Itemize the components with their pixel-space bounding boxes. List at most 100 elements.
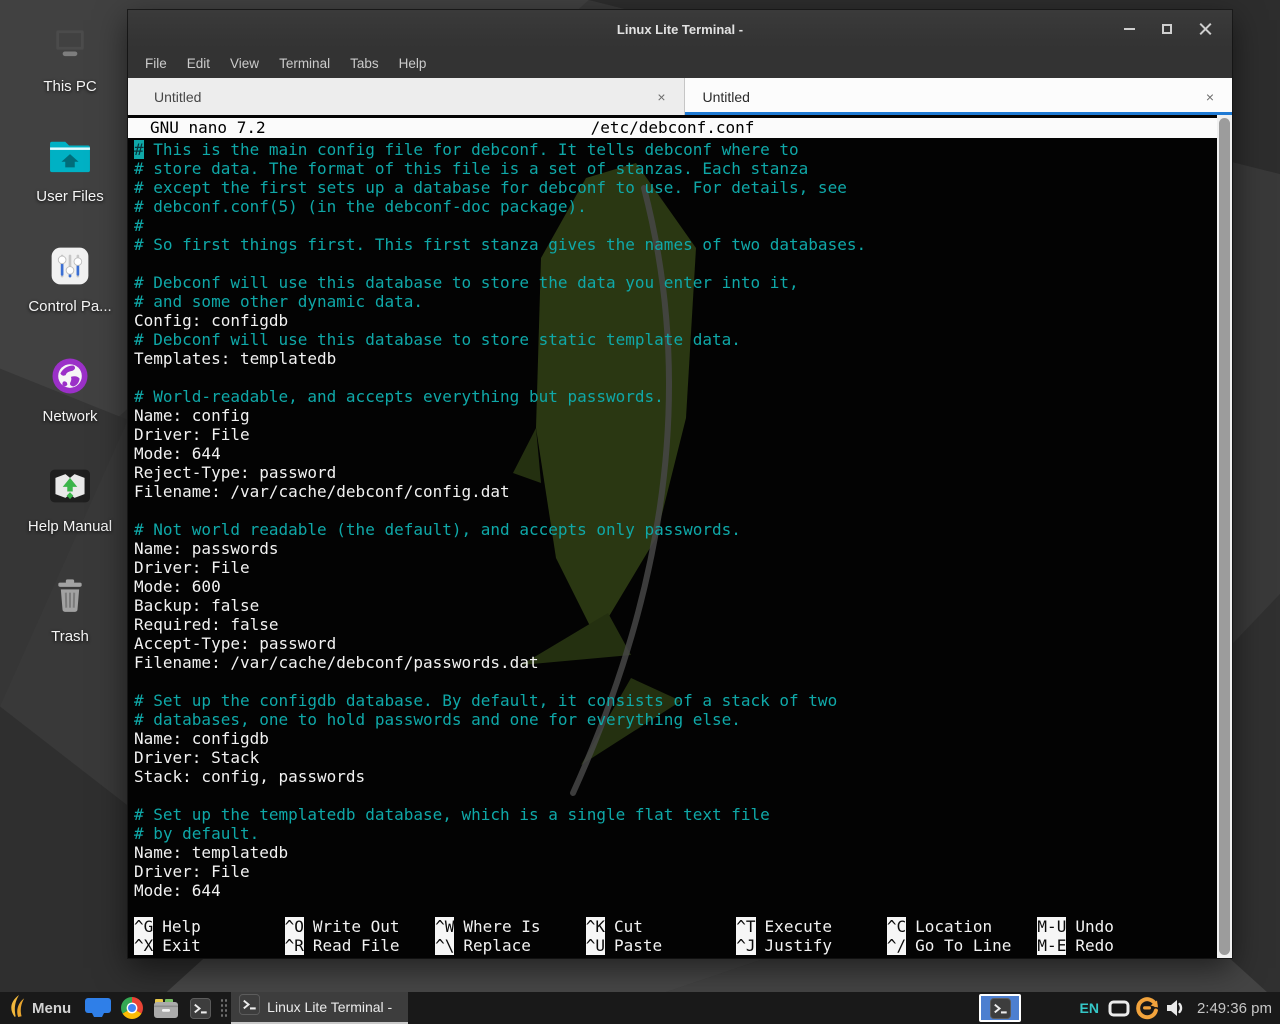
updates-icon[interactable]: [1135, 992, 1159, 1024]
nano-comment-line: # Not world readable (the default), and …: [134, 520, 1232, 539]
desktop-icon-list: This PC User Files Control Pa... Network Hel…: [0, 22, 140, 682]
task-button-label: Linux Lite Terminal -: [267, 999, 392, 1015]
nano-shortcut-column: ^GHelp^X Exit: [134, 917, 285, 955]
linux-lite-logo-icon: [8, 994, 25, 1023]
file-manager-icon[interactable]: [153, 992, 179, 1024]
desktop-icon-this-pc[interactable]: This PC: [0, 22, 140, 132]
keyboard-indicator-icon[interactable]: [1107, 992, 1131, 1024]
chrome-icon[interactable]: [119, 992, 145, 1024]
nano-comment-line: # Set up the configdb database. By defau…: [134, 691, 1232, 710]
menu-item-terminal[interactable]: Terminal: [269, 56, 340, 71]
nano-shortcut[interactable]: ^CLocation: [887, 917, 1038, 936]
shortcut-label: Read File: [313, 936, 400, 955]
nano-text-line: Templates: templatedb: [134, 349, 1232, 368]
scrollbar-thumb[interactable]: [1219, 118, 1230, 955]
shortcut-label: Undo: [1075, 917, 1114, 936]
desktop-icon-network[interactable]: Network: [0, 352, 140, 462]
shortcut-key: ^X: [134, 936, 153, 955]
nano-comment-line: # Set up the templatedb database, which …: [134, 805, 1232, 824]
nano-shortcut[interactable]: ^JJustify: [736, 936, 887, 955]
desktop-icon-label: Control Pa...: [28, 298, 111, 315]
shortcut-key: ^K: [586, 917, 605, 936]
tab-close-icon[interactable]: ×: [1206, 89, 1214, 105]
tray-terminal-indicator[interactable]: [979, 994, 1021, 1022]
window-title: Linux Lite Terminal -: [128, 22, 1232, 37]
maximize-icon[interactable]: [1152, 16, 1182, 42]
nano-text-line: Name: config: [134, 406, 1232, 425]
nano-comment-line: # World-readable, and accepts everything…: [134, 387, 1232, 406]
nano-shortcut[interactable]: ^WWhere Is: [435, 917, 586, 936]
nano-shortcut[interactable]: ^UPaste: [586, 936, 737, 955]
desktop-icon-control-panel[interactable]: Control Pa...: [0, 242, 140, 352]
shortcut-label: Replace: [463, 936, 530, 955]
menu-item-tabs[interactable]: Tabs: [340, 56, 389, 71]
nano-title-bar: GNU nano 7.2 /etc/debconf.conf: [128, 118, 1217, 138]
desktop-icon-label: Network: [42, 408, 97, 425]
nano-shortcut[interactable]: M-U Undo: [1037, 917, 1188, 936]
start-menu-button[interactable]: Menu: [0, 992, 81, 1024]
desktop-icon-label: Help Manual: [28, 518, 112, 535]
nano-comment-line: # by default.: [134, 824, 1232, 843]
terminal-icon[interactable]: [187, 992, 213, 1024]
tab-1[interactable]: Untitled ×: [128, 78, 685, 115]
shortcut-key: ^R: [285, 936, 304, 955]
desktop-icon-label: User Files: [36, 188, 104, 205]
nano-shortcut[interactable]: ^\Replace: [435, 936, 586, 955]
shortcut-label: Where Is: [463, 917, 540, 936]
nano-comment-line: # So first things first. This first stan…: [134, 235, 1232, 254]
menu-item-file[interactable]: File: [135, 56, 177, 71]
shortcut-label: Exit: [162, 936, 201, 955]
nano-text-line: Mode: 644: [134, 444, 1232, 463]
nano-shortcut[interactable]: M-ERedo: [1037, 936, 1188, 955]
desktop-icon-help-manual[interactable]: Help Manual: [0, 462, 140, 572]
nano-shortcut-column: ^WWhere Is^\Replace: [435, 917, 586, 955]
nano-shortcut[interactable]: ^OWrite Out: [285, 917, 436, 936]
desktop-icon-label: Trash: [51, 628, 89, 645]
nano-comment-line: #: [134, 216, 1232, 235]
nano-comment-line: # Debconf will use this database to stor…: [134, 330, 1232, 349]
terminal-icon: [239, 994, 260, 1020]
panel-handle[interactable]: [220, 998, 228, 1018]
nano-text-area[interactable]: # This is the main config file for debco…: [128, 140, 1232, 900]
menu-item-edit[interactable]: Edit: [177, 56, 220, 71]
show-desktop-icon[interactable]: [85, 992, 111, 1024]
terminal-viewport[interactable]: GNU nano 7.2 /etc/debconf.conf # This is…: [128, 115, 1232, 958]
nano-comment-line: # databases, one to hold passwords and o…: [134, 710, 1232, 729]
shortcut-label: Cut: [614, 917, 643, 936]
nano-text-line: Driver: File: [134, 862, 1232, 881]
keyboard-layout-label[interactable]: EN: [1079, 1000, 1098, 1016]
nano-text-line: Name: templatedb: [134, 843, 1232, 862]
nano-blank-line: [134, 501, 1232, 520]
nano-shortcut-bar: ^GHelp^X Exit ^OWrite Out^R Read File ^WWher…: [134, 917, 1188, 955]
shortcut-label: Execute: [765, 917, 832, 936]
desktop-icon-label: This PC: [43, 78, 96, 95]
sliders-icon: [49, 242, 91, 290]
desktop-icon-trash[interactable]: Trash: [0, 572, 140, 682]
volume-icon[interactable]: [1163, 992, 1187, 1024]
shortcut-key: M-U: [1037, 917, 1066, 936]
minimize-icon[interactable]: [1114, 16, 1144, 42]
nano-shortcut[interactable]: ^R Read File: [285, 936, 436, 955]
nano-shortcut[interactable]: ^K Cut: [586, 917, 737, 936]
tab-label: Untitled: [154, 89, 201, 105]
tab-close-icon[interactable]: ×: [657, 89, 665, 105]
shortcut-key: ^T: [736, 917, 755, 936]
taskbar: Menu Linux Lite Terminal - EN 2:49:36 pm: [0, 992, 1280, 1024]
window-titlebar[interactable]: Linux Lite Terminal -: [128, 10, 1232, 48]
menu-item-help[interactable]: Help: [389, 56, 437, 71]
shortcut-key: ^O: [285, 917, 304, 936]
nano-shortcut[interactable]: ^T Execute: [736, 917, 887, 936]
nano-shortcut[interactable]: ^GHelp: [134, 917, 285, 936]
shortcut-key: ^J: [736, 936, 755, 955]
nano-shortcut[interactable]: ^/Go To Line: [887, 936, 1038, 955]
scrollbar[interactable]: [1217, 115, 1232, 958]
tab-2-active[interactable]: Untitled×: [685, 78, 1233, 115]
system-tray: [1105, 992, 1189, 1024]
desktop-icon-user-files[interactable]: User Files: [0, 132, 140, 242]
nano-shortcut[interactable]: ^X Exit: [134, 936, 285, 955]
close-icon[interactable]: [1190, 16, 1220, 42]
shortcut-key: ^G: [134, 917, 153, 936]
task-button-terminal[interactable]: Linux Lite Terminal -: [231, 992, 408, 1024]
clock[interactable]: 2:49:36 pm: [1197, 1000, 1272, 1017]
menu-item-view[interactable]: View: [220, 56, 269, 71]
